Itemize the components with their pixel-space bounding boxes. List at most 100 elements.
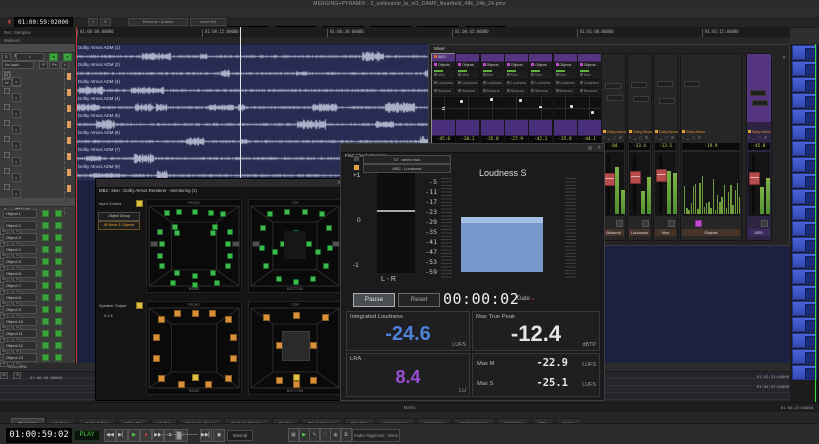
stop-button[interactable]: ■ [164, 429, 176, 442]
sync-source-select[interactable]: Internal [227, 430, 253, 441]
send-row[interactable]: Binaural [554, 88, 577, 96]
column-fader[interactable] [554, 120, 577, 136]
speaker-output-checkbox[interactable] [136, 302, 143, 309]
audio-object-dot[interactable] [302, 209, 308, 215]
pan-position-dot[interactable] [460, 100, 463, 103]
send-row-objects[interactable]: Objects [554, 62, 577, 70]
column-fader[interactable] [578, 120, 601, 136]
solo-button[interactable]: S [2, 53, 11, 61]
send-row[interactable]: Mon [505, 72, 528, 80]
object-track-row[interactable]: Object 10 M S [0, 315, 75, 327]
close-icon[interactable]: ✕ [782, 55, 786, 60]
dock-track-item[interactable] [792, 173, 817, 188]
send-row[interactable]: Loudness [432, 80, 455, 88]
column-fader[interactable] [456, 120, 479, 136]
edit-mode-chip[interactable]: Records / Autosc [128, 18, 188, 26]
dock-track-item[interactable] [792, 93, 817, 108]
speaker-square-highlight-icon[interactable] [293, 374, 300, 381]
arm-button[interactable] [42, 258, 49, 265]
column-header[interactable] [529, 54, 552, 62]
audio-object-dot[interactable] [174, 230, 180, 236]
track-name[interactable]: Object 3 [3, 233, 37, 242]
dock-track-item[interactable] [792, 61, 817, 76]
monitor-button[interactable] [55, 258, 62, 265]
track-name[interactable]: Object 4 [3, 245, 37, 254]
audio-object-dot[interactable] [293, 279, 299, 285]
final-check-titlebar[interactable]: Final Check Metering ▤ ✕ [341, 144, 604, 153]
send-row[interactable]: Binaural [578, 88, 601, 96]
insert-chip[interactable] [659, 98, 675, 104]
strip-name[interactable]: Mon [655, 229, 676, 236]
send-row[interactable]: Mon [456, 72, 479, 80]
strip-name[interactable]: BED [748, 229, 770, 236]
rewind-button[interactable]: ◀◀ [104, 429, 116, 442]
dock-track-item[interactable] [792, 269, 817, 284]
dock-track-item[interactable] [792, 253, 817, 268]
audio-object-dot[interactable] [164, 210, 170, 216]
fader-track[interactable] [659, 154, 662, 214]
speaker-square-icon[interactable] [158, 375, 165, 382]
edit-cursor[interactable] [76, 27, 77, 363]
audio-object-dot[interactable] [284, 209, 290, 215]
strip-badge[interactable] [668, 220, 675, 227]
column-fader[interactable] [481, 120, 504, 136]
channel-strip[interactable]: Dolby Atmos + ‗ ▢ ☰ -13.5 MB3 Mon [653, 53, 678, 241]
jog-button[interactable]: ◉ [213, 429, 225, 442]
transport-timecode[interactable]: 01:00:59:02 [6, 428, 72, 443]
pan-xy-pad[interactable] [554, 96, 577, 120]
object-track-row[interactable]: Object 4 M S [0, 243, 75, 255]
monitor-button[interactable]: ● [63, 53, 71, 61]
audio-object-dot[interactable] [260, 225, 266, 231]
insert-chip[interactable] [607, 95, 623, 101]
speaker-square-icon[interactable] [205, 381, 212, 388]
column-fader[interactable] [529, 120, 552, 136]
audio-object-dot[interactable] [210, 270, 216, 276]
strip-badge[interactable] [642, 220, 649, 227]
audio-object-dot[interactable] [159, 263, 165, 269]
send-row[interactable]: Loudness [456, 80, 479, 88]
speaker-square-icon[interactable] [230, 334, 237, 341]
atmos-room-view[interactable]: TOPBOTTOM [248, 199, 342, 293]
monitor-button[interactable] [55, 330, 62, 337]
mode-chip[interactable]: ▶ [299, 428, 310, 442]
source-select[interactable]: ST : select bus [363, 155, 451, 164]
send-row-objects[interactable]: Objects [456, 62, 479, 70]
track-name[interactable]: Object 10 [3, 317, 37, 326]
audio-object-dot[interactable] [227, 253, 233, 259]
source-checkbox[interactable] [353, 155, 360, 162]
dock-track-item[interactable] [792, 237, 817, 252]
mode-chip[interactable]: ◉ [330, 428, 341, 442]
channel-strip[interactable]: Dolby Atmos + ‗ ▢ ☰ -45.8 MB4 BED [746, 53, 772, 241]
automation-button-p[interactable]: P [39, 61, 48, 69]
channel-strip[interactable]: Dolby Atmos + ‗ ▢ ☰ -13.4 MB2 Loudness [627, 53, 652, 241]
shuttle-handle[interactable] [176, 431, 182, 440]
object-track-row[interactable]: Object 9 M S [0, 303, 75, 315]
arm-button[interactable] [42, 306, 49, 313]
pan-position-dot[interactable] [490, 98, 493, 101]
strip-tool-icons[interactable]: + ‗ ▢ ☰ [748, 136, 768, 140]
mix-chip[interactable]: Used Mix [190, 18, 226, 26]
speaker-square-icon[interactable] [209, 310, 216, 317]
fader-handle[interactable] [749, 172, 760, 185]
column-header[interactable] [578, 54, 601, 62]
dock-track-item[interactable] [792, 349, 817, 364]
track-checkbox[interactable] [4, 136, 10, 142]
strip-badge[interactable] [695, 220, 702, 227]
strip-meter-zone[interactable] [748, 152, 770, 216]
source-checkbox[interactable] [353, 164, 360, 171]
object-track-row[interactable]: Object 7 M S [0, 279, 75, 291]
insert-chip[interactable] [684, 81, 700, 87]
source-select[interactable]: MB2 : Loudness [363, 164, 451, 173]
monitor-button[interactable] [55, 222, 62, 229]
object-track-row[interactable]: Object 5 M S [0, 255, 75, 267]
atmos-window-titlebar[interactable]: MB3 : Mon : Dolby Atmos Renderer - Monit… [96, 179, 344, 188]
pan-position-dot[interactable] [442, 107, 445, 110]
send-row[interactable]: Binaural [432, 88, 455, 96]
insert-chip[interactable] [657, 81, 673, 87]
step-button[interactable]: ▶▏ [116, 429, 128, 442]
fader-alignment-select[interactable]: Fader Alignment : None [352, 429, 400, 442]
atmos-room-view[interactable]: TOPBOTTOM [248, 301, 342, 395]
fader-handle[interactable] [630, 171, 641, 184]
speaker-square-icon[interactable] [293, 312, 300, 319]
audio-object-dot[interactable] [172, 224, 178, 230]
